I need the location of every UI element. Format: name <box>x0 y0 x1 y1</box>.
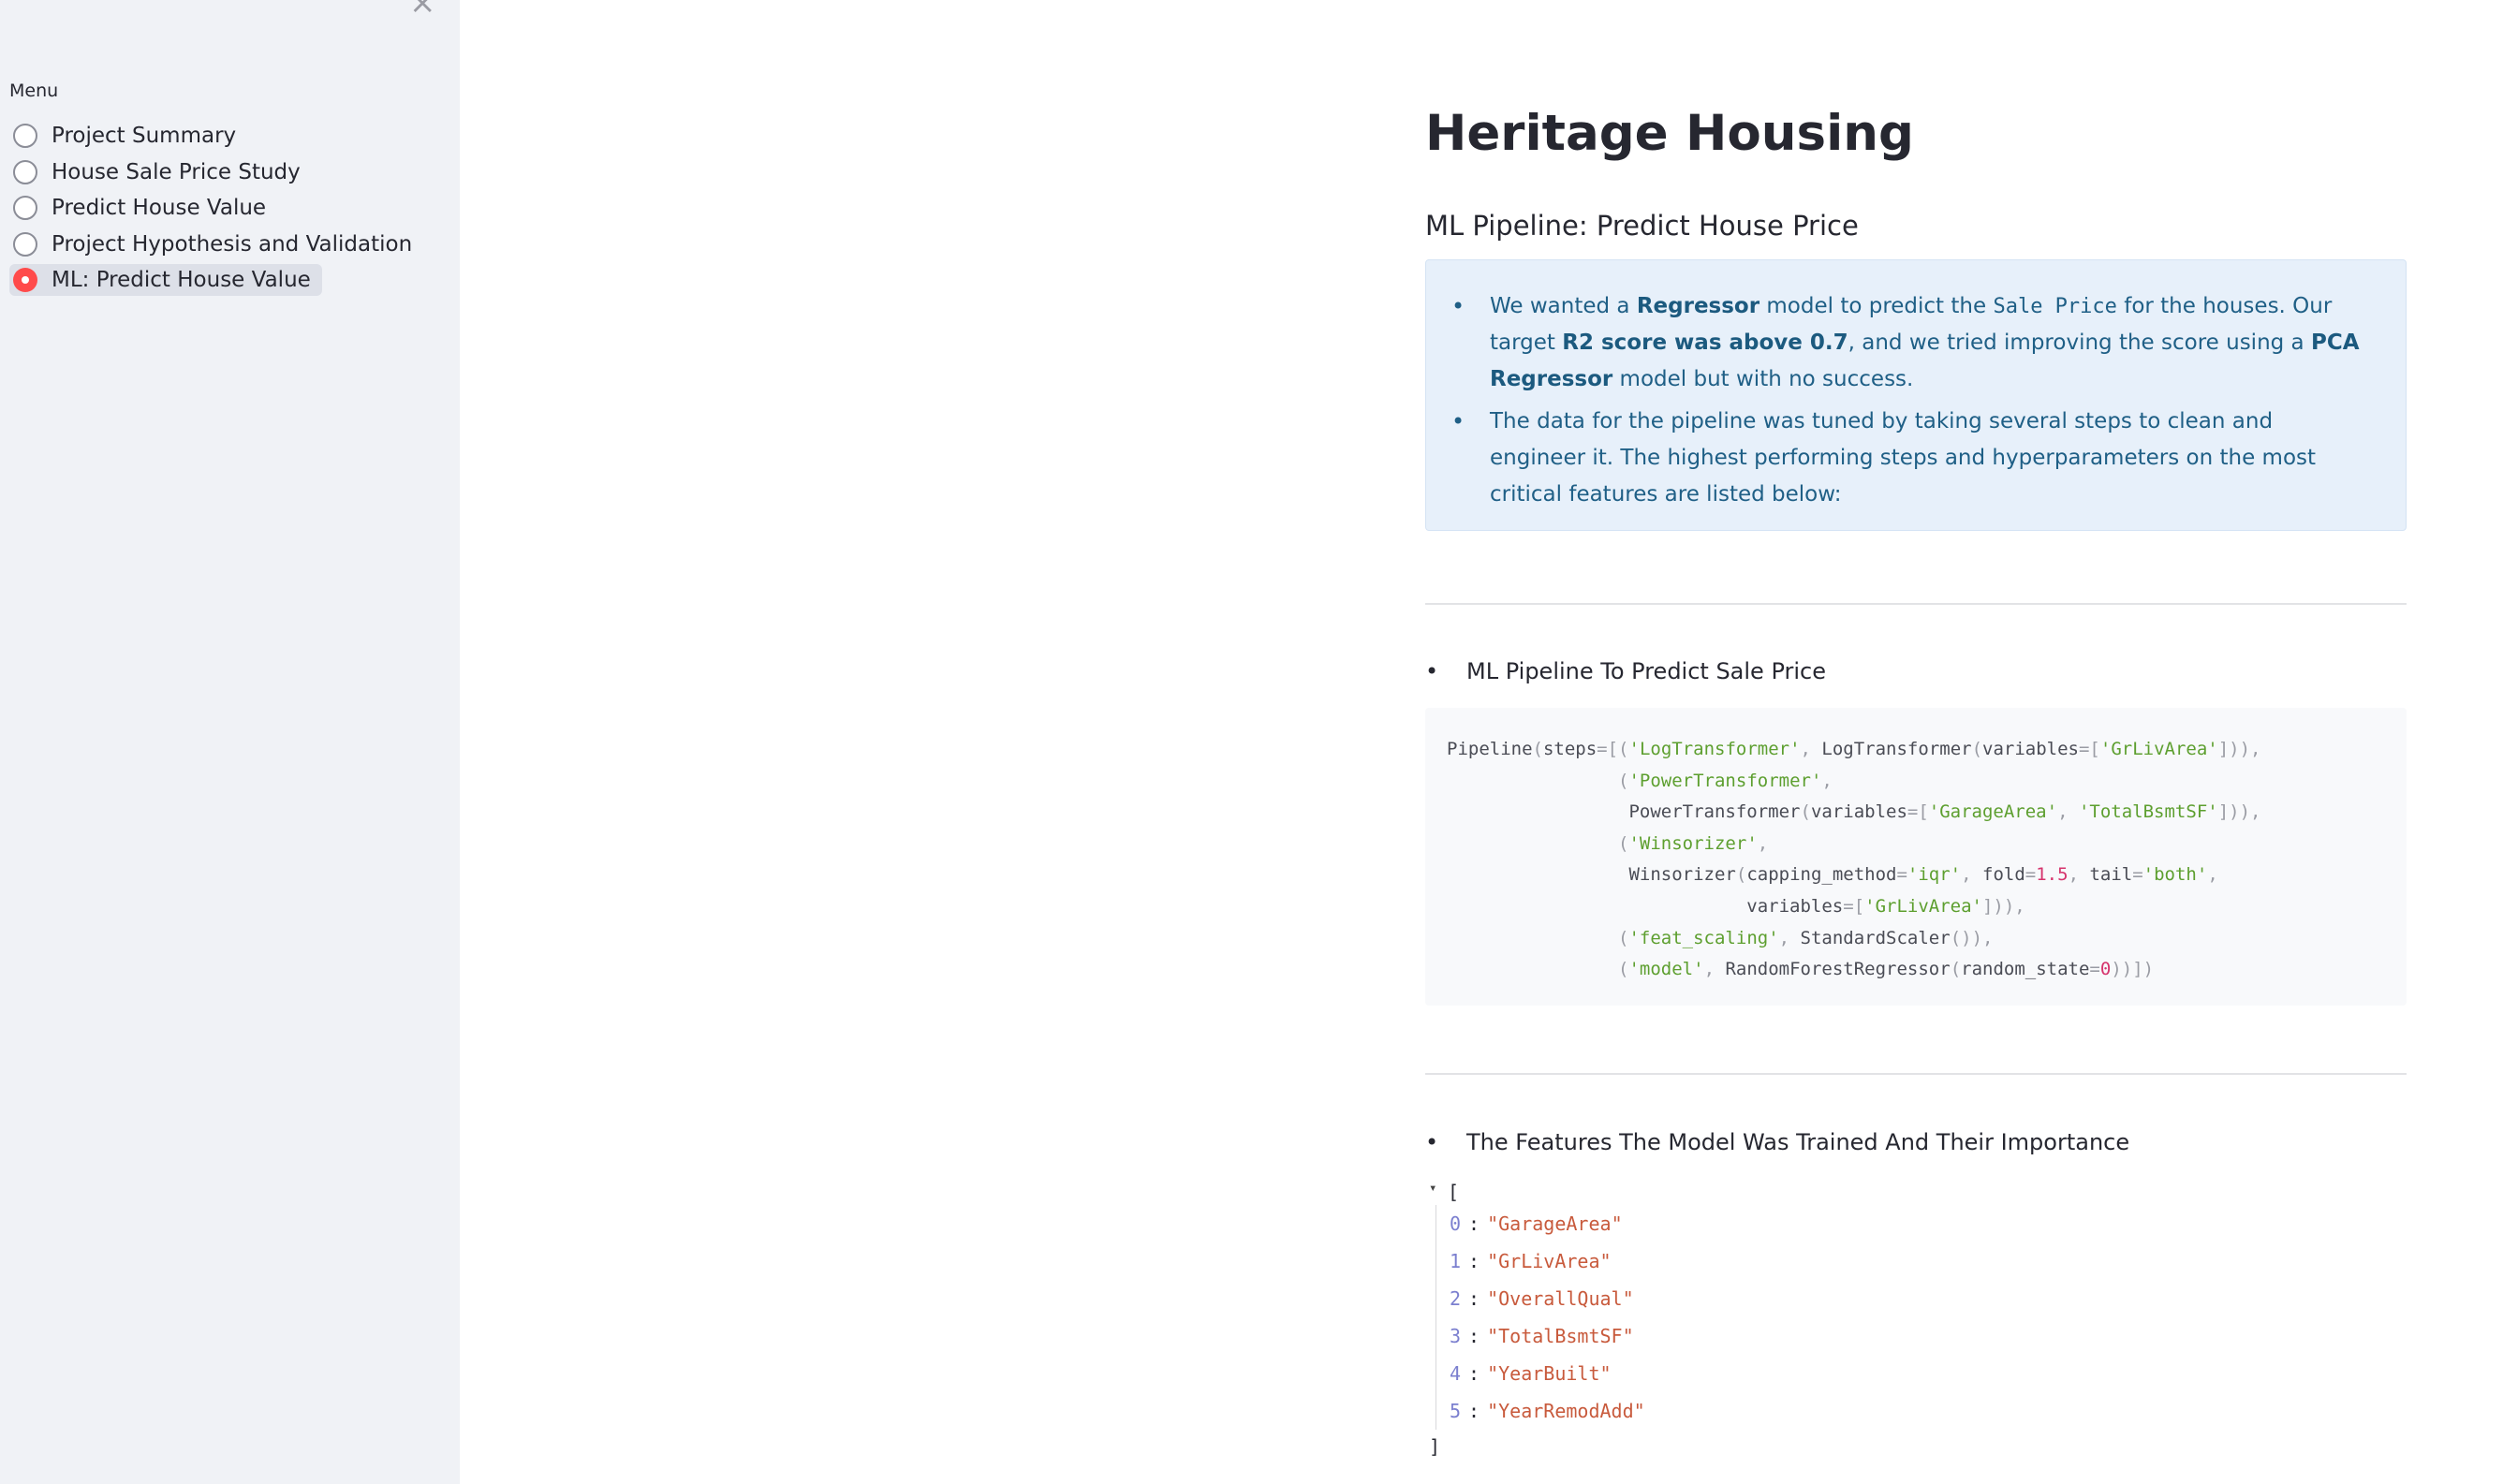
radio-option: Project Summary <box>9 120 247 152</box>
info-bold: Regressor <box>1636 294 1760 318</box>
json-index: 5 <box>1450 1400 1462 1422</box>
json-value: "YearBuilt" <box>1487 1362 1612 1385</box>
json-rows: 0: "GarageArea" 1: "GrLivArea" 2: "OverallQ… <box>1436 1205 1645 1430</box>
feature-name: GarageArea <box>1498 1212 1612 1235</box>
radio-label[interactable]: Project Hypothesis and Validation <box>52 232 412 257</box>
feature-name: TotalBsmtSF <box>1498 1325 1623 1347</box>
json-index: 3 <box>1450 1325 1462 1347</box>
info-bold: R2 score was above 0.7 <box>1562 331 1848 355</box>
collapse-toggle-icon[interactable]: ▾ <box>1429 1181 1436 1196</box>
json-index: 0 <box>1450 1212 1462 1235</box>
pipeline-heading: • ML Pipeline To Predict Sale Price <box>1425 658 1826 684</box>
json-close-bracket: ] <box>1429 1435 1441 1458</box>
json-value: "OverallQual" <box>1487 1287 1634 1310</box>
nav-project-hypothesis[interactable]: Project Hypothesis and Validation <box>9 227 423 263</box>
page-title: Heritage Housing <box>1425 105 1914 162</box>
navigation-radio-group: Project Summary House Sale Price Study P… <box>9 118 423 299</box>
sidebar: × Menu Project Summary House Sale Price … <box>0 0 460 1484</box>
nav-ml-predict-house-value[interactable]: ML: Predict House Value <box>9 262 423 299</box>
info-text: model to predict the <box>1759 294 1994 318</box>
json-item: 1: "GrLivArea" <box>1450 1250 1612 1272</box>
features-heading-text: The Features The Model Was Trained And T… <box>1466 1129 2130 1155</box>
info-item: We wanted a Regressor model to predict t… <box>1451 288 2369 398</box>
divider <box>1425 603 2407 605</box>
info-item: The data for the pipeline was tuned by t… <box>1451 404 2369 513</box>
info-box: We wanted a Regressor model to predict t… <box>1425 259 2407 531</box>
radio-label[interactable]: Predict House Value <box>52 196 266 220</box>
feature-name: YearRemodAdd <box>1498 1400 1634 1422</box>
code-block: Pipeline(steps=[('LogTransformer', LogTr… <box>1425 708 2407 1006</box>
json-item: 2: "OverallQual" <box>1450 1287 1634 1310</box>
bullet-dot: • <box>1425 1129 1439 1155</box>
info-list: We wanted a Regressor model to predict t… <box>1451 288 2369 519</box>
radio-label[interactable]: Project Summary <box>52 124 236 148</box>
radio-label[interactable]: House Sale Price Study <box>52 160 301 184</box>
features-heading: • The Features The Model Was Trained And … <box>1425 1129 2129 1155</box>
menu-label: Menu <box>9 81 59 101</box>
json-item: 0: "GarageArea" <box>1450 1212 1623 1235</box>
divider <box>1425 1073 2407 1075</box>
radio-circle-icon[interactable] <box>13 124 37 149</box>
radio-option: Project Hypothesis and Validation <box>9 228 423 260</box>
info-text: model but with no success. <box>1612 367 1914 391</box>
info-text: , and we tried improving the score using… <box>1848 331 2311 355</box>
radio-label[interactable]: ML: Predict House Value <box>52 268 311 292</box>
json-index: 2 <box>1450 1287 1462 1310</box>
json-value: "GarageArea" <box>1487 1212 1623 1235</box>
json-open-bracket: [ <box>1448 1181 1460 1203</box>
radio-option-selected: ML: Predict House Value <box>9 264 322 297</box>
info-code: Sale Price <box>1993 295 2117 318</box>
nav-predict-house-value[interactable]: Predict House Value <box>9 190 423 227</box>
json-item: 4: "YearBuilt" <box>1450 1362 1612 1385</box>
json-index: 1 <box>1450 1250 1462 1272</box>
close-sidebar-icon[interactable]: × <box>409 0 436 19</box>
radio-circle-icon[interactable] <box>13 196 37 221</box>
json-value: "TotalBsmtSF" <box>1487 1325 1634 1347</box>
json-item: 3: "TotalBsmtSF" <box>1450 1325 1634 1347</box>
pipeline-heading-text: ML Pipeline To Predict Sale Price <box>1466 658 1826 684</box>
feature-name: OverallQual <box>1498 1287 1623 1310</box>
feature-name: YearBuilt <box>1498 1362 1600 1385</box>
radio-circle-icon[interactable] <box>13 231 37 257</box>
pipeline-code: Pipeline(steps=[('LogTransformer', LogTr… <box>1447 739 2261 980</box>
radio-selected-icon[interactable] <box>13 268 37 293</box>
json-value: "YearRemodAdd" <box>1487 1400 1645 1422</box>
json-value: "GrLivArea" <box>1487 1250 1612 1272</box>
radio-option: Predict House Value <box>9 192 277 224</box>
info-text: We wanted a <box>1490 294 1637 318</box>
radio-circle-icon[interactable] <box>13 159 37 184</box>
feature-name: GrLivArea <box>1498 1250 1600 1272</box>
nav-project-summary[interactable]: Project Summary <box>9 118 423 154</box>
json-item: 5: "YearRemodAdd" <box>1450 1400 1645 1422</box>
bullet-dot: • <box>1425 658 1439 684</box>
nav-house-sale-price-study[interactable]: House Sale Price Study <box>9 154 423 191</box>
radio-option: House Sale Price Study <box>9 156 312 188</box>
json-index: 4 <box>1450 1362 1462 1385</box>
page-subtitle: ML Pipeline: Predict House Price <box>1425 210 1859 242</box>
